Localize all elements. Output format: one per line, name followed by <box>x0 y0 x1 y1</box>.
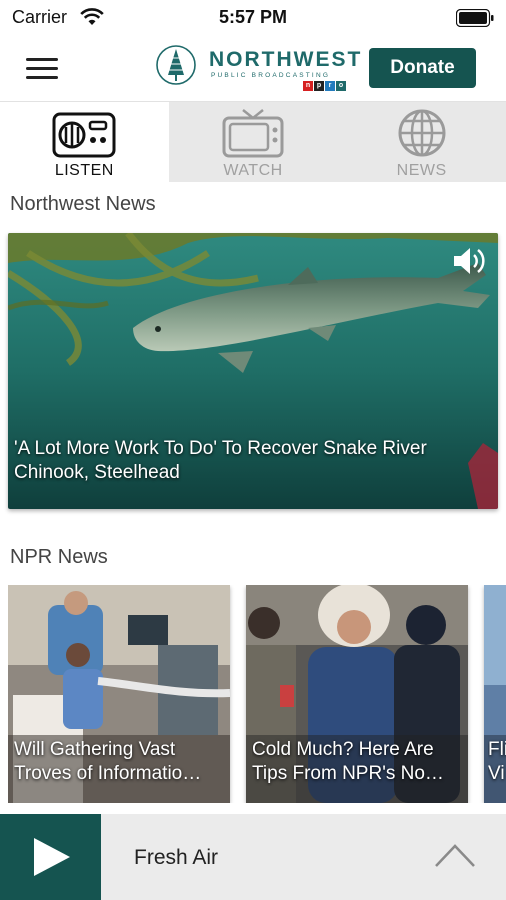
featured-headline: 'A Lot More Work To Do' To Recover Snake… <box>14 438 427 483</box>
play-button[interactable] <box>0 814 101 900</box>
npr-story-card[interactable]: Will Gathering Vast Troves of Informatio… <box>8 585 230 803</box>
tab-news[interactable]: NEWS <box>337 102 506 182</box>
northwest-news-heading: Northwest News <box>10 193 156 215</box>
globe-icon <box>398 109 446 157</box>
npr-story-headline: Fli Vi <box>488 739 506 784</box>
tab-watch-label: WATCH <box>223 162 283 179</box>
status-bar: Carrier 5:57 PM <box>0 0 506 34</box>
logo-subtitle: PUBLIC BROADCASTING <box>211 72 331 79</box>
npr-story-headline: Cold Much? Here Are Tips From NPR's No… <box>252 739 444 784</box>
tree-logo-icon <box>156 45 196 85</box>
npr-story-card[interactable]: Fli Vi <box>484 585 506 803</box>
npr-badge: n p r o <box>303 81 346 91</box>
npr-story-card[interactable]: Cold Much? Here Are Tips From NPR's No… <box>246 585 468 803</box>
radio-icon <box>52 112 116 158</box>
chevron-up-icon[interactable] <box>434 842 476 868</box>
featured-story-card[interactable]: 'A Lot More Work To Do' To Recover Snake… <box>8 233 498 509</box>
section-tabs: LISTEN WATCH NEWS <box>0 102 506 182</box>
npr-story-headline: Will Gathering Vast Troves of Informatio… <box>14 739 202 784</box>
logo-title: NORTHWEST <box>209 48 363 71</box>
tab-news-label: NEWS <box>396 162 447 179</box>
play-icon <box>34 838 70 876</box>
npr-news-carousel[interactable]: Will Gathering Vast Troves of Informatio… <box>8 585 506 803</box>
status-time: 5:57 PM <box>218 7 288 27</box>
hamburger-menu-icon[interactable] <box>22 52 62 84</box>
tv-icon <box>222 109 284 158</box>
tab-listen[interactable]: LISTEN <box>0 102 169 182</box>
now-playing-title: Fresh Air <box>134 846 219 869</box>
speaker-icon[interactable] <box>452 245 488 277</box>
battery-icon <box>456 9 494 27</box>
tab-watch[interactable]: WATCH <box>168 102 338 182</box>
nwpb-logo: NORTHWEST PUBLIC BROADCASTING n p r o <box>155 44 360 94</box>
tab-listen-label: LISTEN <box>54 162 114 179</box>
npr-news-heading: NPR News <box>10 546 108 568</box>
app-header: NORTHWEST PUBLIC BROADCASTING n p r o Do… <box>0 34 506 102</box>
donate-button[interactable]: Donate <box>369 48 476 88</box>
audio-player-bar: Fresh Air <box>0 814 506 900</box>
